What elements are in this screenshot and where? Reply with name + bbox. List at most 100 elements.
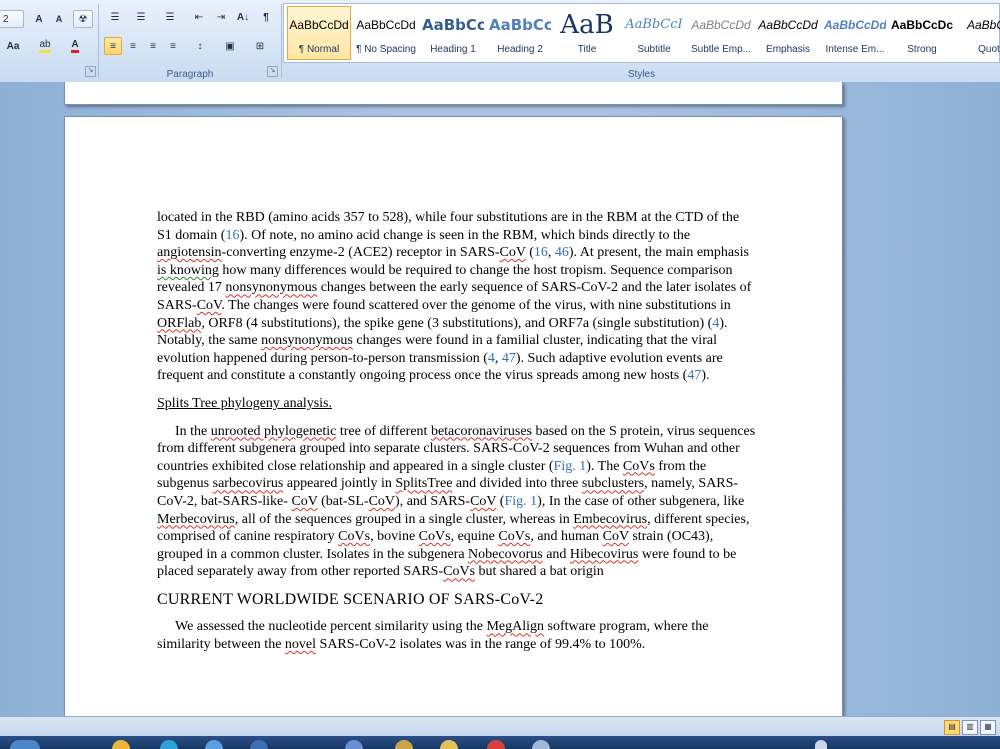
grow-font-icon: A [35, 13, 43, 25]
body-paragraph-2[interactable]: In the unrooted phylogenetic tree of dif… [157, 423, 757, 581]
spelling-flag[interactable]: CoVs [498, 529, 530, 544]
spelling-flag[interactable]: SplitsTree [395, 476, 452, 491]
style-preview: AaBbCcDd [691, 18, 751, 32]
body-paragraph-3[interactable]: We assessed the nucleotide percent simil… [157, 618, 757, 653]
style-item[interactable]: AaBbCc Heading 1 [421, 6, 485, 60]
shading-button[interactable]: ▣ [218, 37, 242, 55]
start-button-icon[interactable] [10, 740, 40, 749]
borders-button[interactable]: ⊞ [248, 37, 272, 55]
spelling-flag[interactable]: MegAlign [486, 619, 544, 634]
body-paragraph-1[interactable]: located in the RBD (amino acids 357 to 5… [157, 209, 757, 385]
font-dialog-launcher-icon[interactable]: ↘ [85, 66, 96, 77]
style-item[interactable]: AaBbCcDd Emphasis [756, 6, 820, 60]
view-mode-button[interactable]: ▦ [980, 720, 996, 735]
highlight-color-button[interactable]: ab [32, 37, 58, 55]
style-item[interactable]: AaBbCcI Subtitle [622, 6, 686, 60]
reference-link[interactable]: 47 [502, 351, 516, 366]
numbering-button[interactable]: ☰ [130, 8, 152, 26]
pilcrow-icon: ¶ [263, 11, 269, 23]
reference-link[interactable]: 4 [488, 351, 495, 366]
app-icon[interactable] [345, 740, 363, 749]
spelling-flag[interactable]: novel [285, 637, 316, 652]
spelling-flag[interactable]: CoVs [338, 529, 370, 544]
style-item[interactable]: AaB Title [555, 6, 619, 60]
shrink-font-button[interactable]: A [50, 10, 68, 28]
multilevel-list-button[interactable]: ☰ [158, 8, 182, 26]
document-area[interactable]: located in the RBD (amino acids 357 to 5… [0, 82, 1000, 716]
spelling-flag[interactable]: Nobecovorus [468, 547, 543, 562]
view-mode-button[interactable]: ▥ [962, 720, 978, 735]
change-case-button[interactable]: Aa [0, 37, 26, 55]
spelling-flag[interactable]: Embecovirus [573, 512, 647, 527]
spelling-flag[interactable]: CoVs [623, 459, 655, 474]
line-spacing-button[interactable]: ↕ [188, 37, 212, 55]
style-name: Quot [978, 44, 1000, 55]
word-icon[interactable] [532, 740, 550, 749]
section-heading[interactable]: CURRENT WORLDWIDE SCENARIO OF SARS-CoV-2 [157, 591, 757, 609]
spelling-flag[interactable]: CoV [603, 529, 629, 544]
style-preview: AaBbCcDd [356, 18, 416, 32]
reference-link[interactable]: 46 [555, 245, 569, 260]
decrease-indent-button[interactable]: ⇤ [190, 8, 208, 26]
show-formatting-marks-button[interactable]: ¶ [257, 8, 275, 26]
center-button[interactable]: ≡ [124, 37, 142, 55]
style-item[interactable]: AaBbCcDd ¶ Normal [287, 6, 351, 60]
reference-link[interactable]: 16 [225, 228, 239, 243]
justify-button[interactable]: ≡ [164, 37, 182, 55]
spelling-flag[interactable]: nonsynonymous [261, 333, 353, 348]
spelling-flag[interactable]: subclusters [582, 476, 644, 491]
document-body[interactable]: located in the RBD (amino acids 357 to 5… [157, 209, 757, 654]
spelling-flag[interactable]: CoV [291, 494, 317, 509]
spelling-flag[interactable]: CoV [470, 494, 496, 509]
figure-link[interactable]: Fig. 1 [554, 459, 587, 474]
spelling-flag[interactable]: ORFlab [157, 316, 201, 331]
style-item[interactable]: AaBbCcDd ¶ No Spacing [354, 6, 418, 60]
clear-formatting-button[interactable]: ☢ [73, 10, 93, 28]
spelling-flag[interactable]: Hibecovirus [570, 547, 638, 562]
grammar-flag[interactable]: is knowing [157, 263, 219, 278]
spelling-flag[interactable]: sarbecovirus [213, 476, 284, 491]
text-run: ), In the case of other subgenera, like [537, 493, 745, 509]
section-subheading[interactable]: Splits Tree phylogeny analysis. [157, 395, 757, 413]
browser-icon[interactable] [160, 740, 178, 749]
app-icon[interactable] [395, 740, 413, 749]
font-size-box[interactable]: 2 [0, 10, 24, 28]
font-color-button[interactable]: A [62, 37, 88, 55]
spelling-flag[interactable]: Merbecovirus [157, 512, 235, 527]
spelling-flag[interactable]: CoV [500, 245, 526, 260]
style-preview: AaBbCcDd [289, 18, 349, 32]
spelling-flag[interactable]: CoVs [443, 564, 475, 579]
tray-icon[interactable] [815, 740, 827, 749]
spelling-flag[interactable]: angiotensin [157, 245, 222, 260]
spelling-flag[interactable]: CoV [369, 494, 395, 509]
align-right-button[interactable]: ≡ [144, 37, 162, 55]
style-item[interactable]: AaBbCc Quot [957, 6, 1000, 60]
spelling-flag[interactable]: CoVs [419, 529, 451, 544]
figure-link[interactable]: Fig. 1 [504, 494, 537, 509]
reference-link[interactable]: 47 [687, 368, 701, 383]
increase-indent-button[interactable]: ⇥ [212, 8, 230, 26]
align-left-button[interactable]: ≡ [104, 37, 122, 55]
style-item[interactable]: AaBbCcDd Intense Em... [823, 6, 887, 60]
app-icon[interactable] [487, 740, 505, 749]
grow-font-button[interactable]: A [30, 10, 48, 28]
spelling-flag[interactable]: CoV [197, 298, 222, 313]
app-icon[interactable] [250, 740, 268, 749]
sort-button[interactable]: A↓ [234, 8, 252, 26]
style-preview: AaBbCcDd [758, 18, 818, 32]
spelling-flag[interactable]: unrooted phylogenetic [211, 424, 337, 439]
app-icon[interactable] [440, 740, 458, 749]
spelling-flag[interactable]: nonsynonymous [225, 280, 317, 295]
style-item[interactable]: AaBbCcDc Strong [890, 6, 954, 60]
folder-icon[interactable] [112, 740, 130, 749]
style-item[interactable]: AaBbCc Heading 2 [488, 6, 552, 60]
style-item[interactable]: AaBbCcDd Subtle Emp... [689, 6, 753, 60]
document-page[interactable]: located in the RBD (amino acids 357 to 5… [64, 116, 843, 716]
style-preview: AaBbCc [489, 16, 551, 34]
app-icon[interactable] [205, 740, 223, 749]
reference-link[interactable]: 16 [534, 245, 548, 260]
view-mode-button[interactable]: ▤ [944, 720, 960, 735]
spelling-flag[interactable]: betacoronaviruses [431, 424, 532, 439]
bullets-button[interactable]: ☰ [104, 8, 126, 26]
paragraph-dialog-launcher-icon[interactable]: ↘ [267, 66, 278, 77]
